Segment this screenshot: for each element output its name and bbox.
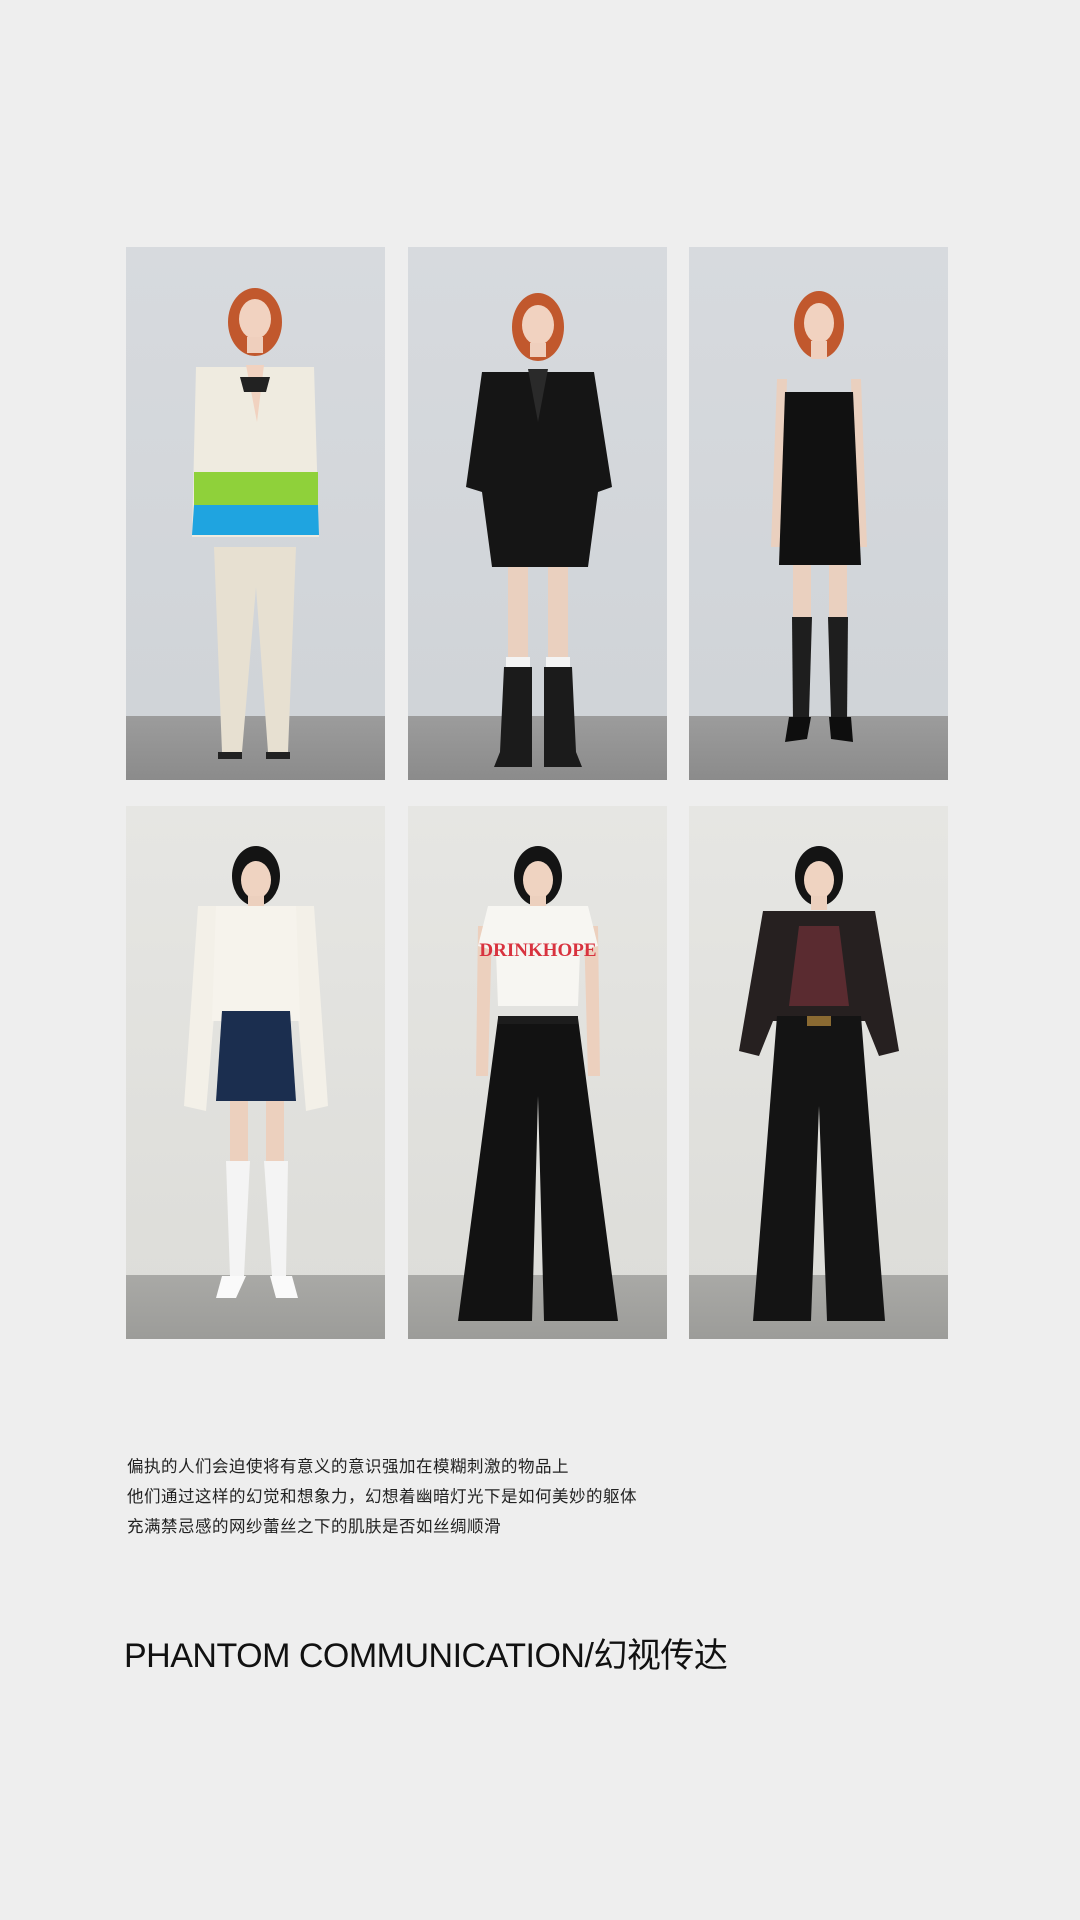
caption-line-2: 他们通过这样的幻觉和想象力，幻想着幽暗灯光下是如何美妙的躯体 — [127, 1487, 637, 1506]
caption-line-1: 偏执的人们会迫使将有意义的意识强加在模糊刺激的物品上 — [127, 1457, 569, 1476]
look-2-image[interactable] — [407, 247, 667, 780]
caption-text: 偏执的人们会迫使将有意义的意识强加在模糊刺激的物品上 他们通过这样的幻觉和想象力… — [127, 1452, 637, 1542]
look-1-figure — [192, 288, 319, 759]
look-1-image[interactable] — [126, 247, 385, 780]
tee-print: DRINKHOPE — [479, 940, 596, 961]
look-6-image[interactable] — [689, 806, 948, 1339]
look-6-figure — [739, 846, 899, 1321]
look-5-image[interactable]: DRINKHOPE — [407, 806, 667, 1339]
look-2-figure — [465, 293, 612, 767]
look-4-image[interactable] — [126, 806, 385, 1339]
caption-line-3: 充满禁忌感的网纱蕾丝之下的肌肤是否如丝绸顺滑 — [127, 1517, 501, 1536]
page-title: PHANTOM COMMUNICATION/幻视传达 — [124, 1637, 728, 1675]
look-3-figure — [771, 291, 867, 742]
look-3-image[interactable] — [689, 247, 948, 780]
look-5-figure: DRINKHOPE — [457, 846, 618, 1321]
look-4-figure — [184, 846, 328, 1298]
lookbook-grid: DRINKHOPE — [126, 247, 948, 1339]
